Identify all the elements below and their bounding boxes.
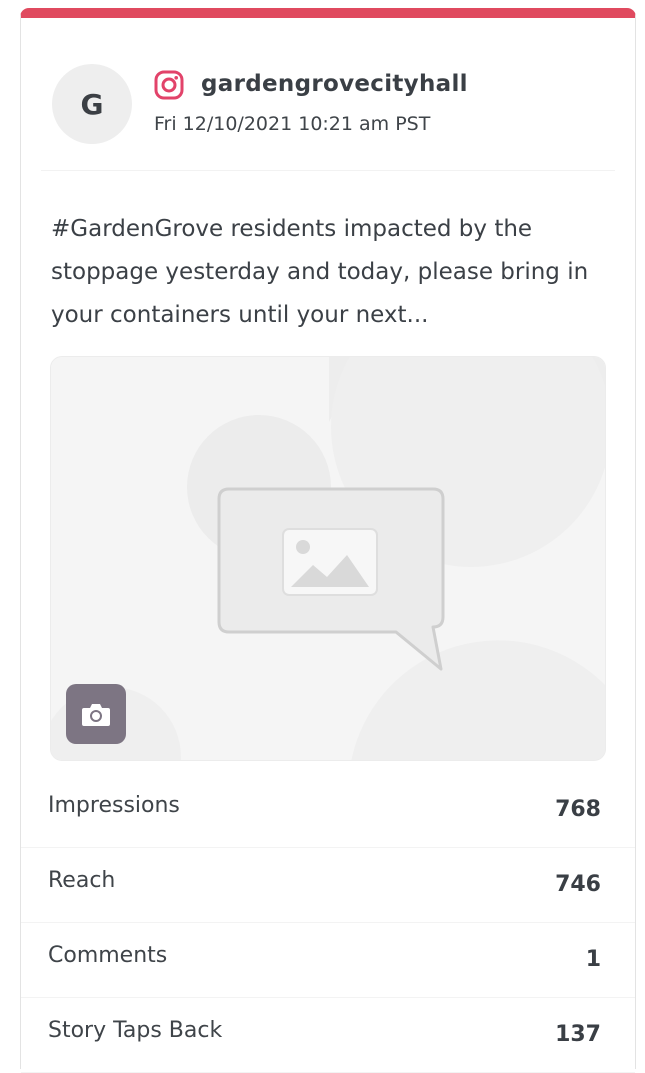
post-timestamp: Fri 12/10/2021 10:21 am PST [154, 113, 431, 135]
stat-row-comments: Comments 1 [21, 923, 635, 998]
stat-row-impressions: Impressions 768 [21, 773, 635, 848]
avatar: G [52, 64, 132, 144]
stat-label: Comments [48, 943, 168, 968]
stat-row-reach: Reach 746 [21, 848, 635, 923]
account-username[interactable]: gardengrovecityhall [201, 71, 468, 97]
stat-row-story-taps-back: Story Taps Back 137 [21, 998, 635, 1073]
stat-value: 768 [555, 797, 601, 822]
media-background [51, 357, 605, 760]
stat-label: Reach [48, 868, 116, 893]
post-media-placeholder[interactable] [50, 356, 606, 761]
stat-value: 746 [555, 872, 601, 897]
header-divider [41, 170, 615, 171]
stats-list: Impressions 768 Reach 746 Comments 1 Sto… [21, 773, 635, 1073]
stat-value: 1 [585, 947, 601, 972]
stat-label: Story Taps Back [48, 1018, 223, 1043]
avatar-letter: G [80, 87, 104, 121]
stat-value: 137 [555, 1022, 601, 1047]
post-card: G gardengrovecityhall Fri 12/10/2021 10:… [20, 8, 636, 1073]
post-caption: #GardenGrove residents impacted by the s… [51, 216, 589, 328]
instagram-icon [154, 70, 184, 100]
stat-label: Impressions [48, 793, 180, 818]
camera-icon[interactable] [66, 684, 126, 744]
